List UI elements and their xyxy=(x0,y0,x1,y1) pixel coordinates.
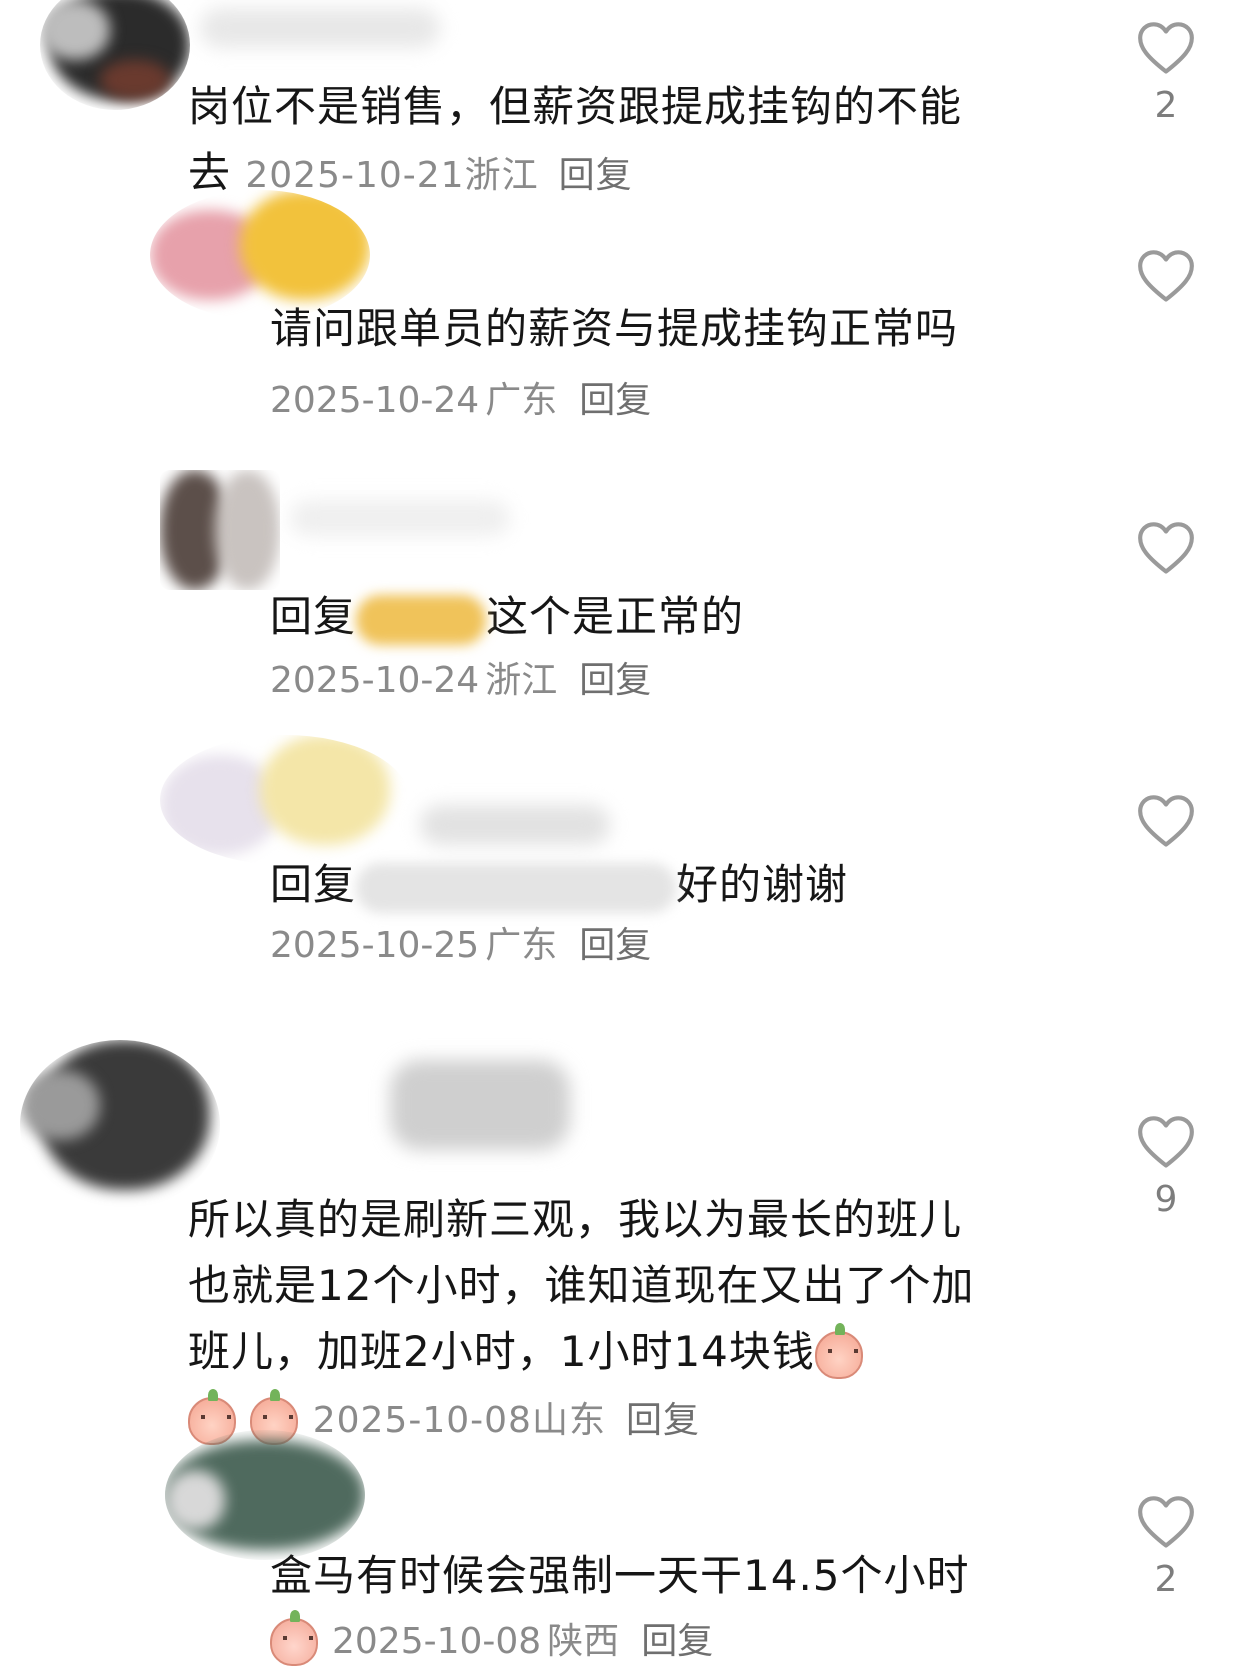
comment-text: 所以真的是刷新三观，我以为最长的班儿也就是12个小时，谁知道现在又出了个加班儿，… xyxy=(188,1187,998,1454)
like-button[interactable]: 2 xyxy=(1126,18,1206,128)
comment-text: 岗位不是销售，但薪资跟提成挂钩的不能去 2025-10-21浙江 回复 xyxy=(188,74,988,209)
username-redacted[interactable] xyxy=(420,805,610,845)
comment-body: 好的谢谢 xyxy=(676,860,849,909)
username-redacted[interactable] xyxy=(290,500,510,536)
like-button[interactable] xyxy=(1126,791,1206,849)
comment-text: 请问跟单员的薪资与提成挂钩正常吗 xyxy=(270,296,1050,362)
reply-button[interactable]: 回复 xyxy=(579,656,651,706)
reply-prefix: 回复 xyxy=(270,860,357,909)
reply-button[interactable]: 回复 xyxy=(641,1617,713,1667)
username-redacted[interactable] xyxy=(200,8,440,48)
heart-outline-icon xyxy=(1138,250,1194,302)
comment-date: 2025-10-24 xyxy=(270,380,480,421)
comment-date: 2025-10-08 xyxy=(332,1621,542,1662)
avatar[interactable] xyxy=(160,735,410,865)
avatar[interactable] xyxy=(20,1040,220,1210)
like-button[interactable] xyxy=(1126,246,1206,304)
comment-item: 岗位不是销售，但薪资跟提成挂钩的不能去 2025-10-21浙江 回复 2 xyxy=(0,0,1260,200)
reply-button[interactable]: 回复 xyxy=(579,376,651,426)
comment-region: 广东 xyxy=(485,925,558,966)
comment-meta: 2025-10-25 广东 回复 xyxy=(270,920,651,971)
comment-text: 回复 这个是正常的 xyxy=(270,584,1030,650)
heart-outline-icon xyxy=(1138,1116,1194,1168)
like-count: 2 xyxy=(1154,85,1178,126)
heart-outline-icon xyxy=(1138,795,1194,847)
comment-region: 浙江 xyxy=(485,660,558,701)
reply-item: 请问跟单员的薪资与提成挂钩正常吗 2025-10-24 广东 回复 xyxy=(0,190,1260,440)
comment-text: 回复 好的谢谢 xyxy=(270,852,1030,918)
comment-region: 广东 xyxy=(485,380,558,421)
comment-meta: 2025-10-24 广东 回复 xyxy=(270,375,651,426)
comment-region: 陕西 xyxy=(547,1621,620,1662)
comment-body: 这个是正常的 xyxy=(486,592,745,641)
like-count: 2 xyxy=(1154,1559,1178,1600)
like-button[interactable]: 2 xyxy=(1126,1492,1206,1602)
like-button[interactable] xyxy=(1126,518,1206,576)
reply-item: 回复 这个是正常的 2025-10-24 浙江 回复 xyxy=(0,460,1260,720)
peach-face-emoji xyxy=(814,1322,863,1379)
comment-text: 盒马有时候会强制一天干14.5个小时 xyxy=(270,1543,1070,1609)
comment-body: 盒马有时候会强制一天干14.5个小时 xyxy=(270,1551,970,1600)
reply-prefix: 回复 xyxy=(270,592,357,641)
avatar[interactable] xyxy=(40,0,190,110)
reply-button[interactable]: 回复 xyxy=(579,921,651,971)
heart-outline-icon xyxy=(1138,522,1194,574)
comment-date: 2025-10-25 xyxy=(270,925,480,966)
crying-face-emoji xyxy=(270,1610,318,1666)
mentioned-user-redacted[interactable] xyxy=(356,862,677,913)
heart-outline-icon xyxy=(1138,22,1194,74)
reply-item: 回复 好的谢谢 2025-10-25 广东 回复 xyxy=(0,725,1260,1005)
comment-meta: 2025-10-08 陕西 回复 xyxy=(270,1610,713,1667)
mentioned-user-redacted[interactable] xyxy=(356,594,487,645)
avatar[interactable] xyxy=(160,470,280,590)
comment-meta: 2025-10-24 浙江 回复 xyxy=(270,655,651,706)
like-button[interactable]: 9 xyxy=(1126,1112,1206,1222)
comment-date: 2025-10-24 xyxy=(270,660,480,701)
avatar[interactable] xyxy=(165,1430,365,1560)
like-count: 9 xyxy=(1154,1179,1178,1220)
comment-body: 请问跟单员的薪资与提成挂钩正常吗 xyxy=(270,304,959,353)
reply-item: 盒马有时候会强制一天干14.5个小时 2025-10-08 陕西 回复 2 xyxy=(0,1430,1260,1680)
comment-item: 所以真的是刷新三观，我以为最长的班儿也就是12个小时，谁知道现在又出了个加班儿，… xyxy=(0,1040,1260,1445)
heart-outline-icon xyxy=(1138,1496,1194,1548)
username-redacted[interactable] xyxy=(390,1060,570,1150)
